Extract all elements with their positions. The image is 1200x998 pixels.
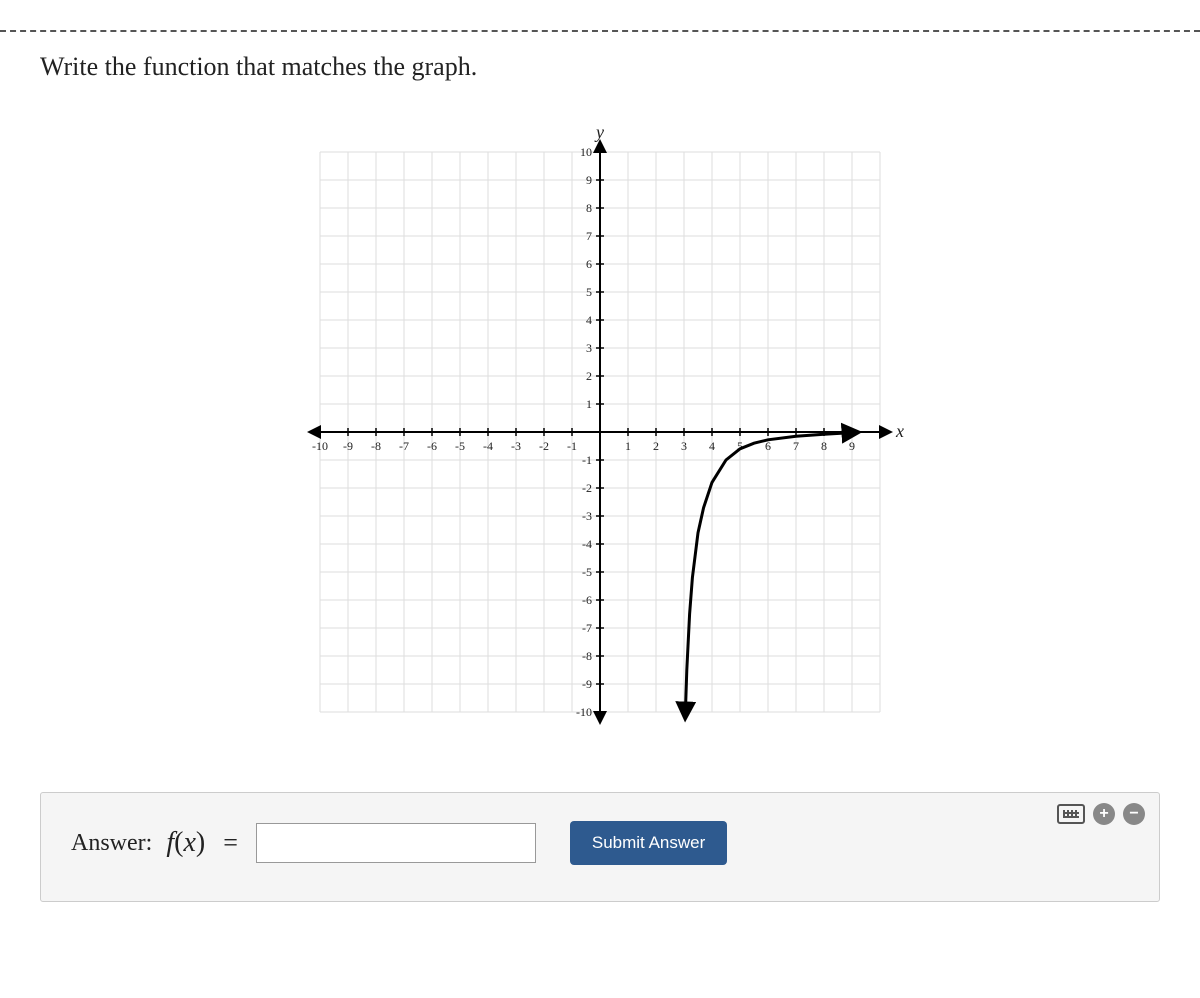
svg-text:2: 2 (586, 369, 592, 383)
svg-text:9: 9 (849, 439, 855, 453)
svg-text:-8: -8 (582, 649, 592, 663)
svg-text:7: 7 (586, 229, 592, 243)
svg-text:-3: -3 (511, 439, 521, 453)
svg-text:1: 1 (586, 397, 592, 411)
svg-text:4: 4 (709, 439, 715, 453)
svg-text:-3: -3 (582, 509, 592, 523)
coordinate-plane-chart: -10 -9 -8 -7 -6 -5 -4 -3 -2 -1 1 2 3 4 5 6 7 8 9 -10 -9 -8 -7 -… (280, 112, 920, 752)
chart-container: -10 -9 -8 -7 -6 -5 -4 -3 -2 -1 1 2 3 4 5 6 7 8 9 -10 -9 -8 -7 -… (40, 112, 1160, 752)
function-notation: f(x) (166, 827, 205, 859)
svg-text:-6: -6 (427, 439, 437, 453)
svg-text:y: y (594, 122, 604, 142)
svg-text:1: 1 (625, 439, 631, 453)
submit-answer-button[interactable]: Submit Answer (570, 821, 727, 865)
svg-text:-2: -2 (582, 481, 592, 495)
svg-text:6: 6 (586, 257, 592, 271)
svg-text:10: 10 (580, 145, 592, 159)
svg-text:-7: -7 (582, 621, 592, 635)
svg-text:-9: -9 (582, 677, 592, 691)
svg-text:8: 8 (821, 439, 827, 453)
zoom-in-icon[interactable]: + (1093, 803, 1115, 825)
equals-sign: = (223, 828, 238, 858)
svg-text:-2: -2 (539, 439, 549, 453)
answer-label: Answer: (71, 830, 152, 857)
svg-text:3: 3 (681, 439, 687, 453)
answer-panel: + − Answer: f(x) = Submit Answer (40, 792, 1160, 902)
zoom-out-icon[interactable]: − (1123, 803, 1145, 825)
svg-text:8: 8 (586, 201, 592, 215)
svg-text:7: 7 (793, 439, 799, 453)
svg-text:-10: -10 (576, 705, 592, 719)
svg-text:-5: -5 (455, 439, 465, 453)
svg-text:-1: -1 (567, 439, 577, 453)
svg-text:4: 4 (586, 313, 592, 327)
svg-text:-1: -1 (582, 453, 592, 467)
svg-text:-5: -5 (582, 565, 592, 579)
svg-text:-8: -8 (371, 439, 381, 453)
svg-text:x: x (895, 421, 904, 441)
svg-text:-10: -10 (312, 439, 328, 453)
svg-text:3: 3 (586, 341, 592, 355)
question-prompt: Write the function that matches the grap… (40, 52, 1160, 82)
svg-text:-6: -6 (582, 593, 592, 607)
svg-text:2: 2 (653, 439, 659, 453)
svg-text:5: 5 (586, 285, 592, 299)
answer-input[interactable] (256, 823, 536, 863)
keyboard-icon[interactable] (1057, 804, 1085, 824)
divider (0, 30, 1200, 32)
svg-text:9: 9 (586, 173, 592, 187)
svg-text:-7: -7 (399, 439, 409, 453)
svg-text:-4: -4 (483, 439, 493, 453)
svg-text:-9: -9 (343, 439, 353, 453)
svg-text:-4: -4 (582, 537, 592, 551)
